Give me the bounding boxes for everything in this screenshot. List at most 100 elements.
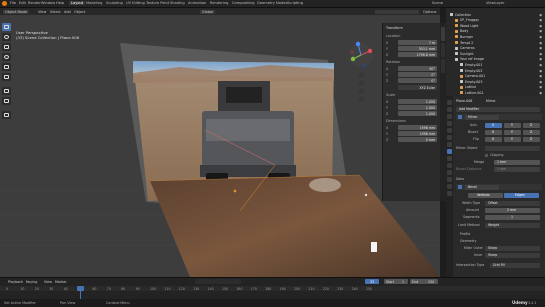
menu-add[interactable]: Add [64, 10, 71, 14]
object-icon[interactable] [447, 142, 452, 147]
tab-item[interactable] [441, 27, 445, 41]
visibility-eye-icon[interactable]: ◉ [539, 63, 542, 67]
tab-uv-editing[interactable]: UV Editing [126, 1, 145, 5]
dimensions-y[interactable]: Y 1998 mm [386, 131, 438, 136]
scene-selector[interactable]: Scene [432, 1, 443, 5]
view-layer-icon[interactable] [447, 121, 452, 126]
tab-layout[interactable]: Layout [69, 1, 86, 5]
tab-rendering[interactable]: Rendering [210, 1, 228, 5]
modifier-wrench-icon[interactable] [447, 149, 452, 154]
outliner-row[interactable]: Empty.003 ◉ [446, 79, 545, 84]
location-z[interactable]: Z 1796.8 mm [386, 52, 438, 57]
3d-viewport[interactable]: User Perspective (33) Scene Collection |… [0, 15, 440, 277]
visibility-eye-icon[interactable]: ◉ [539, 80, 542, 84]
tab-scripting[interactable]: Scripting [287, 1, 303, 5]
miter-outer-row[interactable]: Miter Outer Sharp [456, 245, 542, 251]
scale-y[interactable]: Y 1.000 [386, 105, 438, 110]
outliner-row[interactable]: Lattice ◉ [446, 85, 545, 90]
scale-x[interactable]: X 1.000 [386, 99, 438, 104]
geometry-subpanel[interactable]: Geometry [456, 238, 542, 244]
visibility-eye-icon[interactable]: ◉ [539, 52, 542, 56]
outliner-row[interactable]: Your ref image ◉ [446, 57, 545, 62]
location-x[interactable]: X7 m [386, 40, 438, 45]
scene-icon[interactable] [447, 128, 452, 133]
menu-select[interactable]: Select [50, 10, 61, 14]
outliner-row[interactable]: Tempt 2 ◉ [446, 40, 545, 45]
visibility-eye-icon[interactable]: ◉ [539, 57, 542, 61]
tab-tool[interactable] [441, 43, 445, 57]
tab-geometry-nodes[interactable]: Geometry Nodes [257, 1, 287, 5]
orientation-selector[interactable]: Global [200, 9, 216, 14]
clipping-checkbox[interactable] [485, 153, 488, 157]
rotation-mode[interactable]: XYZ Euler [386, 85, 438, 90]
visibility-eye-icon[interactable]: ◉ [539, 69, 542, 73]
constraints-icon[interactable] [447, 170, 452, 175]
outliner-row[interactable]: Body ◉ [446, 29, 545, 34]
amount-row[interactable]: Amount 2 mm [456, 207, 542, 213]
add-cube-tool[interactable] [2, 111, 11, 119]
render-props-icon[interactable] [447, 107, 452, 112]
tab-shading[interactable]: Shading [170, 1, 185, 5]
light-object[interactable] [371, 242, 377, 252]
visibility-eye-icon[interactable]: ◉ [539, 18, 542, 22]
blender-logo-icon[interactable] [2, 0, 7, 6]
location-y[interactable]: Y 303.1 mm [386, 46, 438, 51]
menu-file[interactable]: File [10, 1, 16, 5]
output-props-icon[interactable] [447, 114, 452, 119]
dimensions-x[interactable]: X 1998 mm [386, 125, 438, 130]
tab-sculpting[interactable]: Sculpting [106, 1, 123, 5]
viewport-nav-buttons[interactable] [358, 72, 364, 102]
playback-controls[interactable] [195, 279, 241, 284]
tab-modeling[interactable]: Modeling [86, 1, 102, 5]
outliner-row[interactable]: Camera.001 ◉ [446, 74, 545, 79]
limit-method-row[interactable]: Limit Method Weight [456, 222, 542, 228]
menu-object[interactable]: Object [74, 10, 85, 14]
visibility-eye-icon[interactable]: ◉ [539, 41, 542, 45]
visibility-eye-icon[interactable]: ◉ [539, 91, 542, 95]
navigation-gizmo[interactable] [349, 41, 373, 68]
annotate-tool[interactable] [2, 87, 11, 95]
clipping-row[interactable]: Clipping [456, 152, 542, 158]
mirror-modifier-header[interactable]: Mirror [456, 114, 542, 120]
add-modifier-row[interactable]: Add Modifier [456, 106, 542, 112]
rotation-x[interactable]: X 90° [386, 66, 438, 71]
physics-icon[interactable] [447, 163, 452, 168]
rotate-tool[interactable] [2, 53, 11, 61]
tab-view[interactable] [441, 59, 445, 73]
mirror-flip-row[interactable]: Flip X Y Z [456, 136, 542, 142]
visibility-eye-icon[interactable]: ◉ [539, 13, 542, 17]
menu-edit[interactable]: Edit [19, 1, 26, 5]
bevel-affect-row[interactable]: Vertices Edges [456, 192, 542, 198]
visibility-eye-icon[interactable]: ◉ [539, 29, 542, 33]
outliner-row[interactable]: Wood Light ◉ [446, 23, 545, 28]
outliner-row[interactable]: Cameras ◉ [446, 46, 545, 51]
menu-help[interactable]: Help [56, 1, 64, 5]
visibility-eye-icon[interactable]: ◉ [539, 74, 542, 78]
view-layer-selector[interactable]: ViewLayer [486, 1, 505, 5]
menu-render[interactable]: Render [28, 1, 41, 5]
bisect-distance-row[interactable]: Bisect Distance 1 mm [456, 166, 542, 172]
width-type-row[interactable]: Width Type Offset [456, 200, 542, 206]
menu-view-timeline[interactable]: View [44, 280, 52, 284]
move-tool[interactable] [2, 43, 11, 51]
visibility-eye-icon[interactable]: ◉ [539, 24, 542, 28]
texture-icon[interactable] [447, 191, 452, 196]
data-icon[interactable] [447, 177, 452, 182]
menu-view[interactable]: View [38, 10, 46, 14]
visibility-eye-icon[interactable]: ◉ [539, 46, 542, 50]
outliner-row[interactable]: Sunlight ◉ [446, 51, 545, 56]
menu-window[interactable]: Window [41, 1, 55, 5]
outliner-row[interactable]: Bumper ◉ [446, 34, 545, 39]
select-box-tool[interactable] [2, 23, 11, 31]
miter-inner-row[interactable]: Inner Sharp [456, 252, 542, 258]
material-icon[interactable] [447, 184, 452, 189]
outliner-row[interactable]: Lattice.001 ◉ [446, 90, 545, 95]
scale-z[interactable]: Z 1.000 [386, 111, 438, 116]
data-subpanel[interactable]: Data [456, 176, 542, 182]
measure-tool[interactable] [2, 97, 11, 105]
intersection-type-row[interactable]: Intersection Type Grid Fill [456, 262, 542, 268]
visibility-eye-icon[interactable]: ◉ [539, 85, 542, 89]
rotation-z[interactable]: Z 0° [386, 78, 438, 83]
tab-animation[interactable]: Animation [188, 1, 206, 5]
object-origin[interactable] [233, 189, 237, 193]
